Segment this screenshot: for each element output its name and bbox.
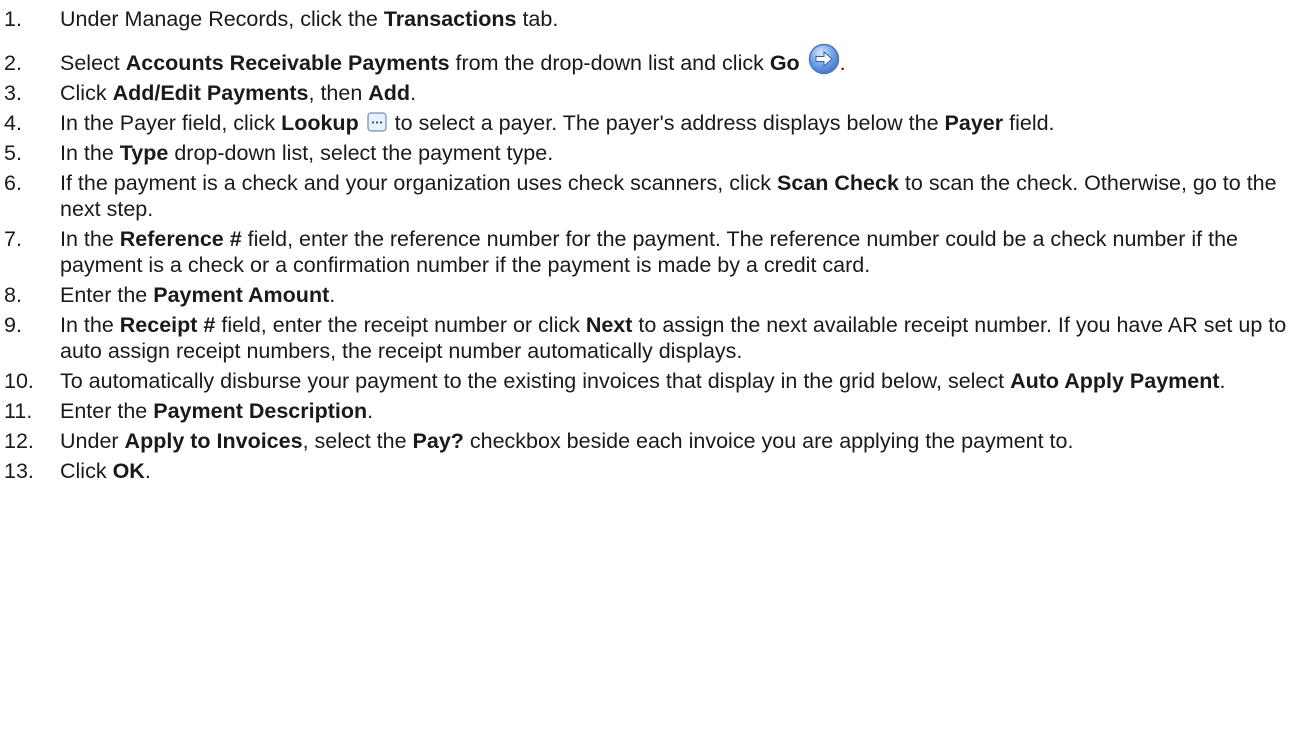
text-run: . — [410, 81, 417, 105]
text-run: field. — [1003, 111, 1055, 135]
text-run — [359, 111, 365, 135]
text-run: from the drop-down list and click — [449, 51, 770, 75]
text-run: Enter the — [60, 283, 154, 307]
step-number: 2. — [4, 51, 22, 75]
step-4: 4. In the Payer field, click Lookup to se… — [4, 110, 1304, 136]
bold-term: Add — [368, 81, 411, 105]
step-text: In the Type drop-down list, select the p… — [60, 140, 1304, 166]
step-3: 3. Click Add/Edit Payments, then Add. — [4, 80, 1304, 106]
step-number: 5. — [4, 141, 22, 165]
go-arrow-icon — [808, 43, 840, 75]
text-run: to select a payer. The payer's address d… — [388, 111, 945, 135]
text-run: If the payment is a check and your organ… — [60, 171, 778, 195]
step-text: Enter the Payment Description. — [60, 398, 1304, 424]
text-run: In the — [60, 141, 120, 165]
bold-term: Payment Description — [153, 399, 368, 423]
step-5: 5. In the Type drop-down list, select the… — [4, 140, 1304, 166]
bold-term: Reference # — [119, 227, 242, 251]
step-text: Under Apply to Invoices, select the Pay?… — [60, 428, 1304, 454]
text-run: . — [329, 283, 336, 307]
bold-term: Pay? — [412, 429, 464, 453]
step-8: 8. Enter the Payment Amount. — [4, 282, 1304, 308]
text-run: Enter the — [60, 399, 154, 423]
step-2: 2. Select Accounts Receivable Payments fr… — [4, 44, 1304, 76]
step-number: 9. — [4, 313, 22, 337]
text-run: Select — [60, 51, 126, 75]
bold-term: Next — [585, 313, 633, 337]
text-run: In the — [60, 227, 120, 251]
bold-term: Accounts Receivable Payments — [125, 51, 450, 75]
text-run: . — [367, 399, 374, 423]
step-number: 7. — [4, 227, 22, 251]
text-run: In the — [60, 313, 120, 337]
bold-term: Add/Edit Payments — [112, 81, 309, 105]
text-run: , then — [308, 81, 369, 105]
lookup-icon — [367, 112, 387, 132]
steps-list: 1. Under Manage Records, click the Transa… — [4, 6, 1304, 484]
step-10: 10. To automatically disburse your paymen… — [4, 368, 1304, 394]
step-number: 12. — [4, 429, 34, 453]
text-run: . — [144, 459, 151, 483]
step-number: 4. — [4, 111, 22, 135]
step-number: 3. — [4, 81, 22, 105]
bold-term: Receipt # — [119, 313, 216, 337]
step-text: In the Receipt # field, enter the receip… — [60, 312, 1304, 364]
step-number: 6. — [4, 171, 22, 195]
bold-term: Apply to Invoices — [124, 429, 303, 453]
bold-term: Type — [119, 141, 169, 165]
text-run: Under Manage Records, click the — [60, 7, 384, 31]
text-run: To automatically disburse your payment t… — [60, 369, 1011, 393]
text-run: . — [839, 51, 846, 75]
instructions-document: 1. Under Manage Records, click the Transa… — [0, 0, 1312, 484]
step-7: 7. In the Reference # field, enter the re… — [4, 226, 1304, 278]
step-text: Click OK. — [60, 458, 1304, 484]
text-run: In the Payer field, click — [60, 111, 282, 135]
text-run: field, enter the receipt number or click — [215, 313, 586, 337]
step-text: Click Add/Edit Payments, then Add. — [60, 80, 1304, 106]
text-run: Click — [60, 81, 113, 105]
text-run: tab. — [516, 7, 559, 31]
step-text: Under Manage Records, click the Transact… — [60, 6, 1304, 32]
step-number: 8. — [4, 283, 22, 307]
text-run: drop-down list, select the payment type. — [168, 141, 554, 165]
step-12: 12. Under Apply to Invoices, select the P… — [4, 428, 1304, 454]
step-text: In the Payer field, click Lookup to sele… — [60, 110, 1304, 136]
step-1: 1. Under Manage Records, click the Transa… — [4, 6, 1304, 32]
step-6: 6. If the payment is a check and your org… — [4, 170, 1304, 222]
bold-term: OK — [112, 459, 145, 483]
step-number: 11. — [4, 399, 33, 423]
bold-term: Lookup — [281, 111, 359, 135]
text-run: checkbox beside each invoice you are app… — [463, 429, 1074, 453]
bold-term: Payer — [944, 111, 1004, 135]
bold-term: Payment Amount — [153, 283, 330, 307]
text-run: Under — [60, 429, 125, 453]
bold-term: Auto Apply Payment — [1010, 369, 1220, 393]
step-text: To automatically disburse your payment t… — [60, 368, 1304, 394]
bold-term: Go — [769, 51, 800, 75]
step-11: 11. Enter the Payment Description. — [4, 398, 1304, 424]
text-run: , select the — [302, 429, 413, 453]
step-text: Select Accounts Receivable Payments from… — [60, 44, 1304, 76]
step-9: 9. In the Receipt # field, enter the rece… — [4, 312, 1304, 364]
step-number: 1. — [4, 7, 22, 31]
bold-term: Scan Check — [777, 171, 899, 195]
text-run: Click — [60, 459, 113, 483]
step-text: If the payment is a check and your organ… — [60, 170, 1304, 222]
step-text: In the Reference # field, enter the refe… — [60, 226, 1304, 278]
step-text: Enter the Payment Amount. — [60, 282, 1304, 308]
step-number: 13. — [4, 459, 34, 483]
step-number: 10. — [4, 369, 34, 393]
step-13: 13. Click OK. — [4, 458, 1304, 484]
bold-term: Transactions — [383, 7, 517, 31]
text-run — [800, 51, 806, 75]
text-run: . — [1219, 369, 1226, 393]
